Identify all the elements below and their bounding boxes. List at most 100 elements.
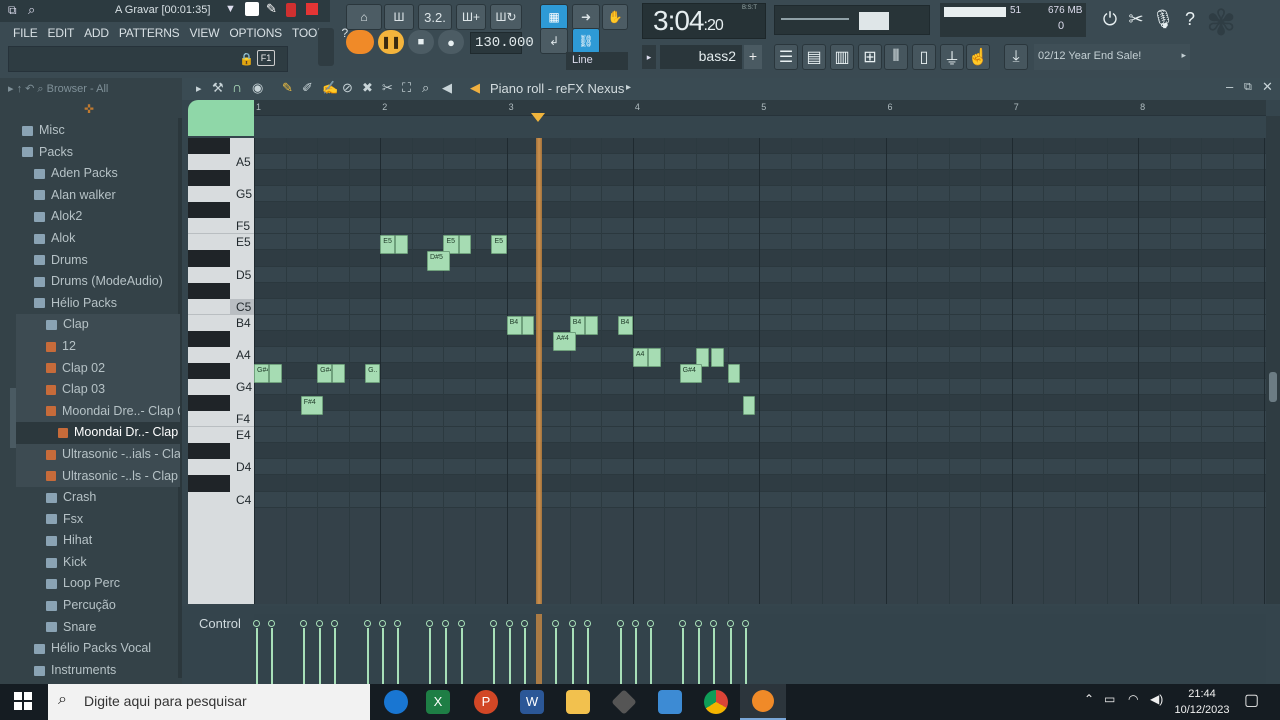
minimize-icon[interactable]: – (1226, 79, 1233, 94)
title-chevron-icon[interactable]: ▸ (626, 82, 631, 93)
pause-button[interactable]: ❚❚ (378, 30, 404, 54)
file-explorer-icon[interactable] (566, 690, 590, 714)
browser-sample[interactable]: Clap 03 (16, 379, 180, 401)
midi-note[interactable] (521, 315, 535, 335)
velocity-bar[interactable] (508, 628, 511, 684)
browser-folder[interactable]: Hihat (16, 530, 180, 552)
velocity-handle[interactable] (253, 620, 260, 627)
velocity-handle[interactable] (364, 620, 372, 627)
maximize-icon[interactable]: ⧉ (1244, 81, 1252, 94)
velocity-bar[interactable] (271, 628, 274, 684)
velocity-handle[interactable] (379, 620, 387, 627)
midi-note[interactable]: E5 (491, 235, 507, 255)
midi-note[interactable] (395, 235, 409, 255)
menu-view[interactable]: VIEW (184, 24, 224, 44)
velocity-bar[interactable] (429, 628, 432, 684)
draw-tool-icon[interactable]: ✎ (282, 80, 293, 96)
velocity-bar[interactable] (334, 628, 337, 684)
speaker-icon[interactable]: ◀ (470, 80, 480, 96)
photos-icon[interactable] (658, 690, 682, 714)
excel-icon[interactable]: X (426, 690, 450, 714)
midi-note[interactable]: B4 (506, 315, 522, 335)
velocity-bar[interactable] (555, 628, 558, 684)
midi-note[interactable] (458, 235, 472, 255)
taskbar-clock[interactable]: 21:44 10/12/2023 (1170, 686, 1234, 718)
midi-note[interactable]: B4 (617, 315, 633, 335)
midi-note[interactable] (648, 347, 661, 367)
velocity-handle[interactable] (726, 620, 734, 627)
piano-keyboard[interactable]: A5 G5 F5 E5 D5 C5 B4 A4 G4 F4 E4 D4 C4 (188, 138, 254, 604)
roll-corner[interactable] (188, 100, 254, 136)
browser-folder[interactable]: Alok (16, 228, 180, 250)
velocity-handle[interactable] (426, 620, 434, 627)
black-key[interactable] (188, 282, 230, 299)
control-label[interactable]: Control (199, 616, 241, 631)
countdown-button[interactable]: 3.2. (418, 4, 452, 30)
pattern-prev-button[interactable]: ▸ (642, 45, 656, 69)
velocity-bar[interactable] (713, 628, 716, 684)
mixer-button[interactable]: ⊞ (858, 44, 882, 70)
wait-input-button[interactable]: Ш (384, 4, 414, 30)
sliders-button[interactable]: ⫴ (884, 44, 908, 70)
record-icon[interactable] (286, 3, 296, 17)
delete-tool-icon[interactable]: ⊘ (342, 80, 353, 96)
browser-folder[interactable]: Packs (16, 142, 180, 164)
velocity-handle[interactable] (695, 620, 703, 627)
help-icon[interactable]: ? (1178, 6, 1202, 32)
black-key[interactable] (188, 250, 230, 267)
velocity-bar[interactable] (586, 628, 589, 684)
midi-note[interactable]: D#5 (427, 251, 450, 271)
velocity-handle[interactable] (583, 620, 591, 627)
black-key[interactable] (188, 202, 230, 219)
menu-options[interactable]: OPTIONS (224, 24, 287, 44)
black-key[interactable] (188, 330, 230, 347)
browser-folder[interactable]: Misc (16, 120, 180, 142)
browser-button[interactable]: ▯ (912, 44, 936, 70)
browser-folder[interactable]: Crash (16, 487, 180, 509)
velocity-bar[interactable] (681, 628, 684, 684)
velocity-handle[interactable] (457, 620, 465, 627)
midi-note[interactable] (332, 363, 345, 384)
notification-icon[interactable]: ▢ (1244, 690, 1259, 710)
windows-start-icon[interactable] (14, 692, 32, 710)
velocity-bar[interactable] (460, 628, 463, 684)
power-icon[interactable]: ⏻ (1098, 6, 1122, 32)
playback-icon[interactable]: ◉ (252, 80, 263, 96)
midi-note[interactable]: G#4 (254, 363, 270, 384)
microphone-icon[interactable]: 🎙 (1151, 6, 1175, 32)
master-volume-knob[interactable] (318, 28, 334, 66)
black-key[interactable] (188, 443, 230, 460)
velocity-handle[interactable] (552, 620, 560, 627)
velocity-bar[interactable] (744, 628, 747, 684)
options-arrow-icon[interactable]: ▸ (196, 82, 202, 95)
velocity-handle[interactable] (616, 620, 624, 627)
black-key[interactable] (188, 362, 230, 380)
select-tool-icon[interactable]: ⛶ (402, 80, 411, 96)
browser-sample[interactable]: Moondai Dre..- Clap 04 (16, 400, 180, 423)
slice-tool-icon[interactable]: ✂ (382, 80, 393, 96)
browser-sample[interactable]: 12 (16, 335, 180, 358)
chrome-icon[interactable] (704, 690, 728, 714)
velocity-bar[interactable] (729, 628, 732, 684)
news-ticker[interactable]: 02/12 Year End Sale! ▸ (1034, 44, 1190, 70)
close-icon[interactable]: ✕ (1262, 79, 1273, 95)
typing-keyboard-button[interactable]: ▦ (540, 4, 568, 30)
powerpoint-icon[interactable]: P (474, 690, 498, 714)
menu-edit[interactable]: EDIT (43, 24, 80, 44)
midi-note[interactable]: A4 (632, 347, 649, 367)
black-key[interactable] (188, 138, 230, 155)
search-icon[interactable]: ⌕ (28, 2, 35, 18)
browser-folder[interactable]: Alok2 (16, 206, 180, 228)
velocity-handle[interactable] (678, 620, 686, 627)
velocity-handle[interactable] (710, 620, 718, 627)
magnet-icon[interactable]: ∩ (232, 79, 242, 95)
browser-folder[interactable]: Clap (16, 314, 180, 336)
pattern-song-toggle[interactable] (346, 30, 374, 54)
midi-note[interactable]: A#4 (553, 331, 577, 351)
mute-tool-icon[interactable]: ✖ (362, 80, 373, 96)
touch-button[interactable]: ☝ (966, 44, 990, 70)
add-pattern-button[interactable]: + (744, 45, 762, 69)
velocity-handle[interactable] (568, 620, 576, 627)
velocity-bar[interactable] (256, 628, 258, 684)
piano-roll-button[interactable]: ▥ (830, 44, 854, 70)
